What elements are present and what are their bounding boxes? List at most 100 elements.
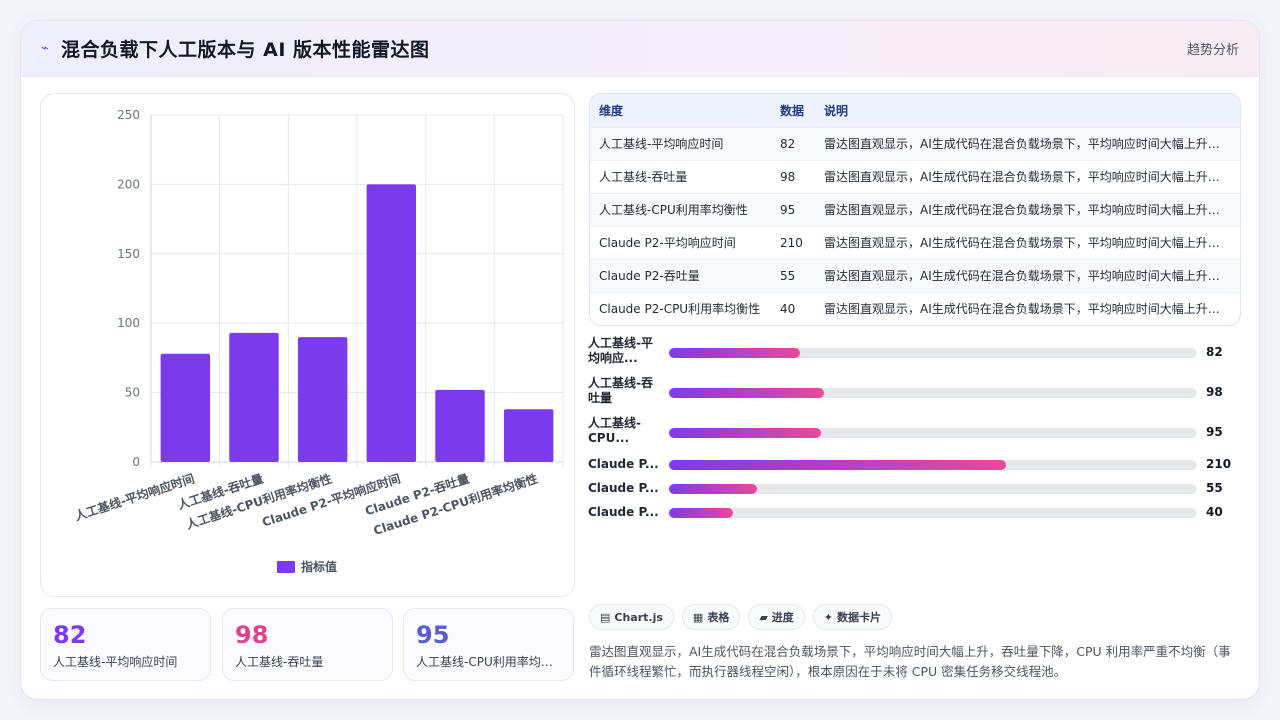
trend-analysis-link[interactable]: 趋势分析 — [1187, 39, 1239, 58]
tag-label: Chart.js — [614, 610, 663, 624]
summary-text: 雷达图直观显示，AI生成代码在混合负载场景下，平均响应时间大幅上升，吞吐量下降，… — [589, 644, 1231, 679]
tag-list: ▤ Chart.js ▦ 表格 ▰ 进度 ✦ 数据卡片 — [589, 604, 893, 630]
kpi-value: 82 — [53, 621, 87, 649]
progress-value: 98 — [1206, 385, 1223, 399]
sparkle-icon: ✦ — [823, 610, 834, 624]
progress-label: 人工基线-CPU... — [588, 416, 641, 445]
table-row: 人工基线-平均响应时间 82 雷达图直观显示，AI生成代码在混合负载场景下，平均… — [590, 126, 1240, 160]
progress-row: Claude P... 40 — [588, 505, 1248, 520]
progress-label: 人工基线-平均响应... — [588, 336, 653, 365]
table-cell: 95 — [771, 192, 815, 226]
table-cell: 82 — [771, 126, 815, 160]
chartjs-tag[interactable]: ▤ Chart.js — [589, 604, 674, 630]
y-tick-label: 0 — [132, 455, 140, 469]
kpi-label: 人工基线-平均响应时间 — [53, 655, 178, 669]
table-cell: 雷达图直观显示，AI生成代码在混合负载场景下，平均响应时间大幅上升，吞吐量下降 — [815, 258, 1240, 292]
progress-value: 55 — [1206, 481, 1223, 495]
progress-track — [669, 348, 1197, 358]
bar — [503, 409, 554, 462]
progress-row: Claude P... 210 — [588, 457, 1248, 472]
progress-fill — [669, 388, 824, 398]
kpi-card: 95 人工基线-CPU利用率均衡性 — [403, 608, 574, 681]
progress-fill — [669, 428, 822, 438]
progress-row: 人工基线-CPU... 95 — [588, 416, 1248, 446]
x-tick-label: 人工基线-平均响应时间 — [73, 471, 197, 524]
table-cell: Claude P2-平均响应时间 — [590, 225, 771, 259]
bar-chart-panel: 0 50 100 150 200 250 人工基线-平均响应时间 人工基线-吞吐量 人工基线-C… — [40, 93, 575, 597]
table-cell: 55 — [771, 258, 815, 292]
table-cell: 210 — [771, 225, 815, 259]
progress-track — [669, 428, 1197, 438]
tag-label: 进度 — [771, 611, 794, 624]
table-cell: 人工基线-CPU利用率均衡性 — [590, 192, 771, 226]
table-cell: 雷达图直观显示，AI生成代码在混合负载场景下，平均响应时间大幅上升，吞吐量下降 — [815, 225, 1240, 259]
table-row: 人工基线-CPU利用率均衡性 95 雷达图直观显示，AI生成代码在混合负载场景下… — [590, 192, 1240, 226]
progress-row: 人工基线-平均响应... 82 — [588, 336, 1248, 366]
legend-label: 指标值 — [301, 559, 337, 574]
progress-row: 人工基线-吞吐量 98 — [588, 376, 1248, 406]
y-tick-label: 100 — [117, 316, 140, 330]
tag-label: 数据卡片 — [837, 611, 882, 624]
progress-label: 人工基线-吞吐量 — [588, 376, 653, 405]
progress-label: Claude P... — [588, 457, 659, 471]
kpi-label: 人工基线-吞吐量 — [235, 655, 324, 669]
progress-track — [669, 484, 1197, 494]
table-icon: ▦ — [692, 610, 704, 624]
legend-swatch — [277, 561, 295, 573]
table-row: Claude P2-CPU利用率均衡性 40 雷达图直观显示，AI生成代码在混合… — [590, 291, 1240, 325]
progress-fill — [669, 348, 800, 358]
table-header-row: 维度 数据 说明 — [590, 94, 1240, 127]
bar — [366, 184, 417, 462]
table-cell: Claude P2-吞吐量 — [590, 258, 771, 292]
bar — [160, 353, 211, 462]
y-tick-label: 50 — [125, 386, 140, 400]
progress-label: Claude P... — [588, 481, 659, 495]
bar-chart: 050100150200250人工基线-平均响应时间人工基线-吞吐量人工基线-C… — [73, 108, 564, 574]
progress-track — [669, 388, 1197, 398]
table-cell: 雷达图直观显示，AI生成代码在混合负载场景下，平均响应时间大幅上升，吞吐量下降 — [815, 291, 1240, 325]
progress-track — [669, 508, 1197, 518]
title-group: ⌁ 混合负载下人工版本与 AI 版本性能雷达图 — [41, 35, 430, 62]
table-cell: 人工基线-平均响应时间 — [590, 126, 771, 160]
table-cell: 40 — [771, 291, 815, 325]
pulse-icon: ⌁ — [41, 41, 49, 56]
table-row: Claude P2-平均响应时间 210 雷达图直观显示，AI生成代码在混合负载… — [590, 225, 1240, 259]
card-header: ⌁ 混合负载下人工版本与 AI 版本性能雷达图 趋势分析 — [21, 21, 1259, 77]
progress-value: 95 — [1206, 425, 1223, 439]
kpi-card: 82 人工基线-平均响应时间 — [40, 608, 211, 681]
column-header: 说明 — [824, 103, 849, 118]
table-cell: 98 — [771, 159, 815, 193]
progress-fill — [669, 508, 733, 518]
table-row: 人工基线-吞吐量 98 雷达图直观显示，AI生成代码在混合负载场景下，平均响应时… — [590, 159, 1240, 193]
kpi-value: 95 — [416, 621, 450, 649]
kpi-card: 98 人工基线-吞吐量 — [222, 608, 393, 681]
y-tick-label: 250 — [117, 108, 140, 122]
data-table: 维度 数据 说明 人工基线-平均响应时间 82 雷达图直观显示，AI生成代码在混… — [589, 93, 1241, 326]
bar — [229, 332, 279, 462]
progress-value: 40 — [1206, 505, 1223, 519]
progress-track — [669, 460, 1197, 470]
chart-icon: ▤ — [600, 610, 611, 624]
tag-label: 表格 — [707, 611, 730, 624]
table-cell: 雷达图直观显示，AI生成代码在混合负载场景下，平均响应时间大幅上升，吞吐量下降 — [815, 126, 1240, 160]
table-cell: Claude P2-CPU利用率均衡性 — [590, 291, 771, 325]
kpi-label: 人工基线-CPU利用率均衡性 — [416, 655, 561, 669]
progress-value: 82 — [1206, 345, 1223, 359]
column-header: 维度 — [599, 103, 624, 118]
bar — [435, 389, 485, 462]
table-tag[interactable]: ▦ 表格 — [681, 604, 741, 630]
kpi-value: 98 — [235, 621, 269, 649]
progress-fill — [669, 460, 1007, 470]
column-header: 数据 — [780, 103, 805, 118]
y-tick-label: 200 — [117, 177, 140, 191]
progress-fill — [669, 484, 757, 494]
progress-icon: ▰ — [759, 610, 768, 624]
bar — [297, 337, 348, 462]
y-tick-label: 150 — [117, 247, 140, 261]
progress-label: Claude P... — [588, 505, 659, 519]
progress-value: 210 — [1206, 457, 1232, 471]
table-cell: 雷达图直观显示，AI生成代码在混合负载场景下，平均响应时间大幅上升，吞吐量下降 — [815, 159, 1240, 193]
progress-tag[interactable]: ▰ 进度 — [748, 604, 805, 630]
page-title: 混合负载下人工版本与 AI 版本性能雷达图 — [61, 39, 430, 61]
data-card-tag[interactable]: ✦ 数据卡片 — [812, 604, 893, 630]
